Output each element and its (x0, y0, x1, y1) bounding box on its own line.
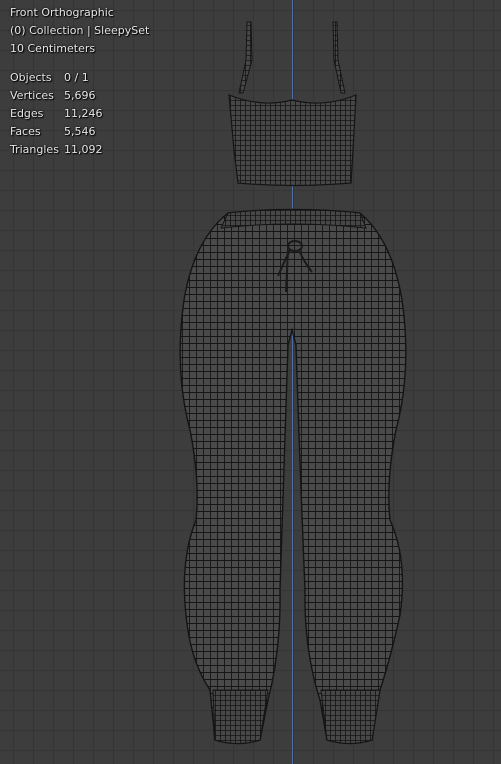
stat-value: 11,092 (64, 143, 103, 156)
stat-value: 0 / 1 (64, 71, 89, 84)
viewport-text-overlay: Front Orthographic (0) Collection | Slee… (10, 4, 149, 159)
pants (179, 208, 407, 745)
stat-row-objects: Objects 0 / 1 (10, 69, 149, 87)
top-straps (238, 21, 346, 94)
stat-value: 5,696 (64, 89, 96, 102)
pant-cuffs (212, 689, 381, 744)
3d-viewport[interactable]: Front Orthographic (0) Collection | Slee… (0, 0, 501, 764)
stat-value: 11,246 (64, 107, 103, 120)
stat-label: Edges (10, 107, 44, 120)
stat-row-vertices: Vertices 5,696 (10, 87, 149, 105)
stat-label: Objects (10, 71, 52, 84)
stat-row-triangles: Triangles 11,092 (10, 141, 149, 159)
view-name: Front Orthographic (10, 6, 114, 19)
grid-scale-label: 10 Centimeters (10, 42, 96, 55)
stat-label: Faces (10, 125, 41, 138)
stat-label: Triangles (10, 143, 59, 156)
collection-label: (0) Collection | SleepySet (10, 24, 150, 37)
stat-label: Vertices (10, 89, 54, 102)
stat-value: 5,546 (64, 125, 96, 138)
stat-row-edges: Edges 11,246 (10, 105, 149, 123)
stat-row-faces: Faces 5,546 (10, 123, 149, 141)
crop-top (228, 94, 357, 187)
